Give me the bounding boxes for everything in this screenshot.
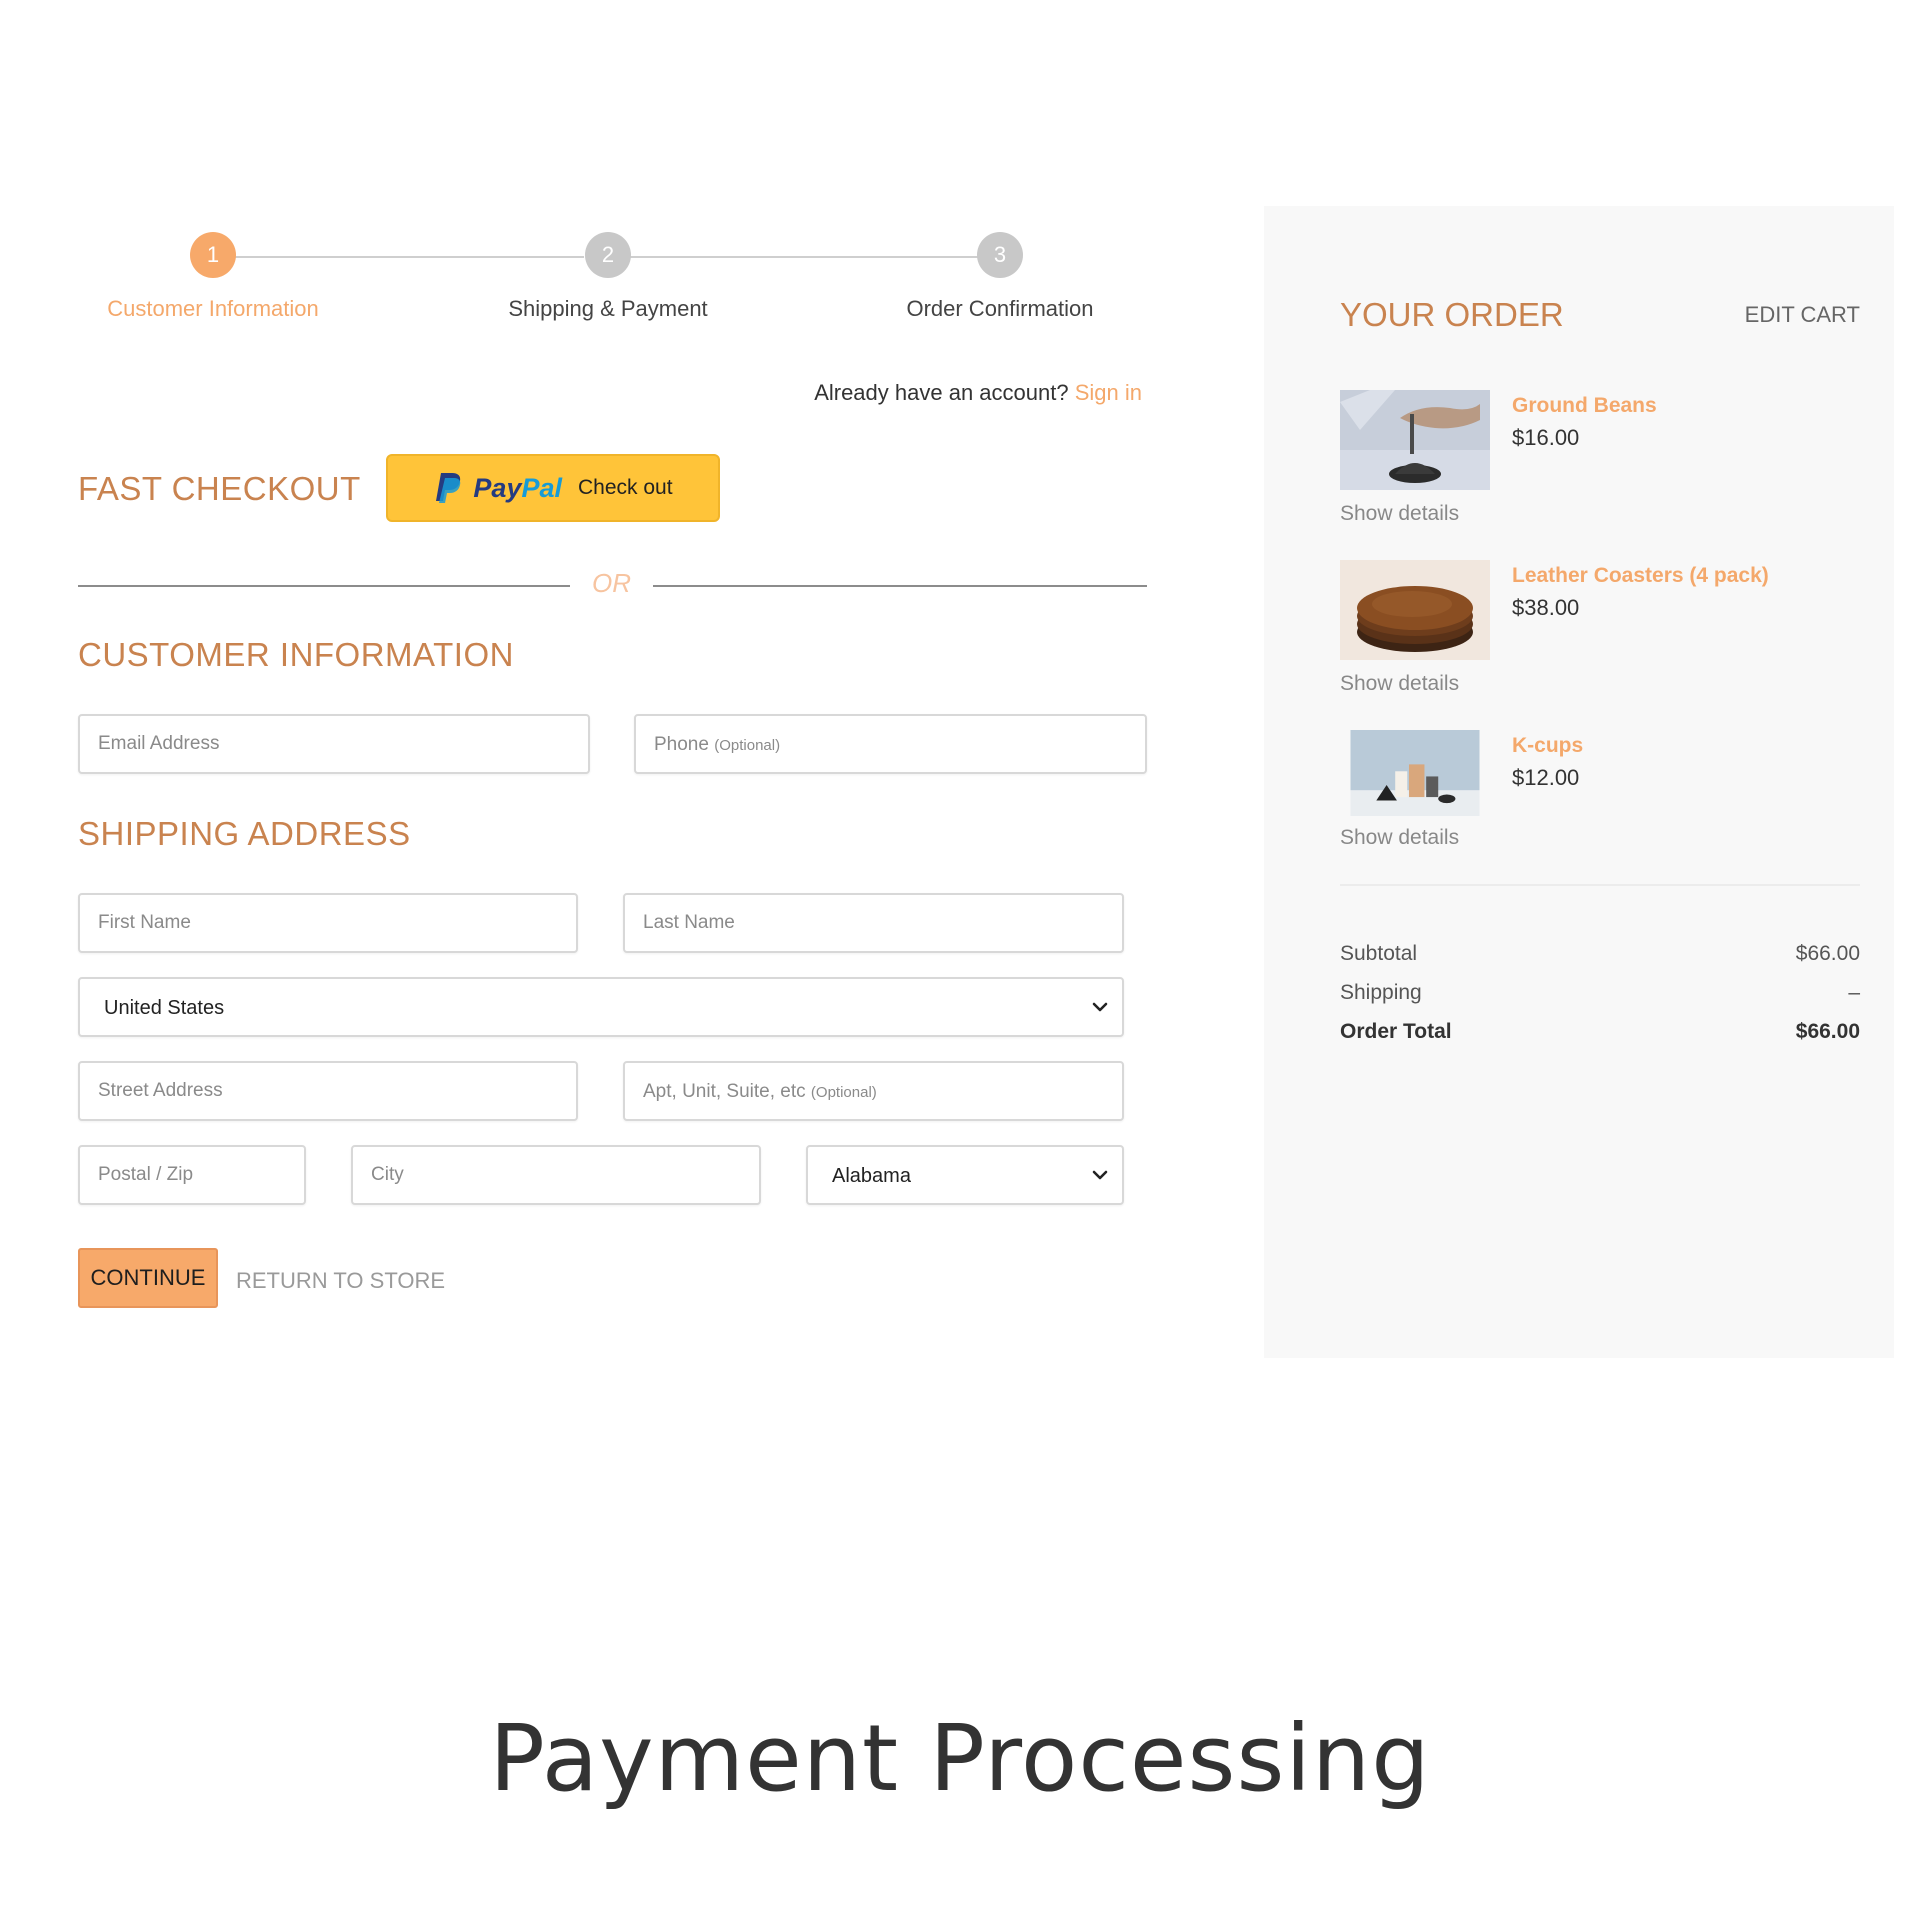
account-prompt: Already have an account? Sign in: [814, 380, 1142, 406]
phone-field[interactable]: Phone (Optional): [634, 714, 1147, 774]
city-field[interactable]: [351, 1145, 761, 1205]
step-number: 1: [190, 232, 236, 278]
first-name-field[interactable]: [78, 893, 578, 953]
order-total-value: $66.00: [1795, 1020, 1860, 1043]
subtotal-label: Subtotal: [1340, 942, 1418, 965]
divider-line-left: [78, 585, 570, 587]
your-order-heading: YOUR ORDER: [1340, 296, 1564, 333]
phone-placeholder-text: Phone: [654, 734, 709, 755]
item-price: $16.00: [1512, 425, 1580, 450]
state-select[interactable]: Alabama: [806, 1145, 1124, 1205]
item-price: $12.00: [1512, 765, 1580, 790]
order-summary-panel: YOUR ORDER EDIT CART Ground Beans $16.00…: [1264, 206, 1894, 1358]
product-image-leather-coasters: [1340, 560, 1490, 660]
email-field[interactable]: [78, 714, 590, 774]
step-number: 3: [977, 232, 1023, 278]
continue-button[interactable]: CONTINUE: [78, 1248, 218, 1308]
chevron-down-icon: [1092, 1170, 1108, 1180]
paypal-checkout-label: Check out: [578, 476, 673, 499]
apt-optional-hint: (Optional): [810, 1084, 877, 1101]
paypal-wordmark-pal: Pal: [521, 472, 562, 503]
product-image-k-cups: [1340, 730, 1490, 830]
paypal-wordmark-pay: Pay: [473, 472, 522, 503]
order-total-label: Order Total: [1340, 1020, 1452, 1043]
shipping-address-heading: SHIPPING ADDRESS: [78, 815, 411, 852]
phone-optional-hint: (Optional): [714, 737, 781, 754]
sign-in-link[interactable]: Sign in: [1075, 380, 1142, 405]
step-label: Customer Information: [107, 296, 319, 321]
step-label: Shipping & Payment: [508, 296, 708, 321]
step-number: 2: [585, 232, 631, 278]
item-price: $38.00: [1512, 595, 1580, 620]
step-order-confirmation[interactable]: 3 Order Confirmation: [850, 232, 1150, 322]
product-image-ground-beans: [1340, 390, 1490, 490]
postal-zip-field[interactable]: [78, 1145, 306, 1205]
caption-title: Payment Processing: [489, 1705, 1431, 1812]
order-item: K-cups $12.00 Show details: [1340, 730, 1860, 880]
checkout-stepper: 1 Customer Information 2 Shipping & Paym…: [78, 232, 1143, 332]
street-address-field[interactable]: [78, 1061, 578, 1121]
order-item: Leather Coasters (4 pack) $38.00 Show de…: [1340, 560, 1860, 710]
divider-line-right: [653, 585, 1147, 587]
subtotal-value: $66.00: [1795, 942, 1860, 965]
paypal-wordmark: PayPal: [473, 473, 562, 504]
country-selected-value: United States: [104, 997, 225, 1019]
apt-suite-field[interactable]: Apt, Unit, Suite, etc (Optional): [623, 1061, 1124, 1121]
item-name[interactable]: Leather Coasters (4 pack): [1512, 564, 1769, 588]
step-shipping-payment[interactable]: 2 Shipping & Payment: [458, 232, 758, 322]
apt-placeholder: Apt, Unit, Suite, etc (Optional): [643, 1081, 877, 1103]
show-details-link[interactable]: Show details: [1340, 672, 1459, 696]
order-item: Ground Beans $16.00 Show details: [1340, 390, 1860, 540]
paypal-checkout-button[interactable]: PayPal Check out: [386, 454, 720, 522]
account-prompt-text: Already have an account?: [814, 380, 1069, 405]
item-name[interactable]: Ground Beans: [1512, 394, 1657, 418]
return-to-store-link[interactable]: RETURN TO STORE: [236, 1268, 445, 1294]
summary-divider: [1340, 884, 1860, 886]
customer-information-heading: CUSTOMER INFORMATION: [78, 636, 514, 673]
apt-placeholder-text: Apt, Unit, Suite, etc: [643, 1081, 806, 1102]
step-customer-information[interactable]: 1 Customer Information: [63, 232, 363, 322]
last-name-field[interactable]: [623, 893, 1124, 953]
paypal-logo-icon: [436, 473, 461, 503]
shipping-label: Shipping: [1340, 981, 1422, 1004]
show-details-link[interactable]: Show details: [1340, 826, 1459, 850]
edit-cart-link[interactable]: EDIT CART: [1745, 302, 1860, 328]
item-name[interactable]: K-cups: [1512, 734, 1583, 758]
shipping-value: –: [1848, 981, 1860, 1004]
fast-checkout-heading: FAST CHECKOUT: [78, 470, 361, 507]
step-label: Order Confirmation: [906, 296, 1094, 321]
or-divider-label: OR: [592, 568, 631, 598]
country-select[interactable]: United States: [78, 977, 1124, 1037]
state-selected-value: Alabama: [832, 1165, 911, 1187]
show-details-link[interactable]: Show details: [1340, 502, 1459, 526]
chevron-down-icon: [1092, 1002, 1108, 1012]
phone-placeholder: Phone (Optional): [654, 734, 780, 756]
